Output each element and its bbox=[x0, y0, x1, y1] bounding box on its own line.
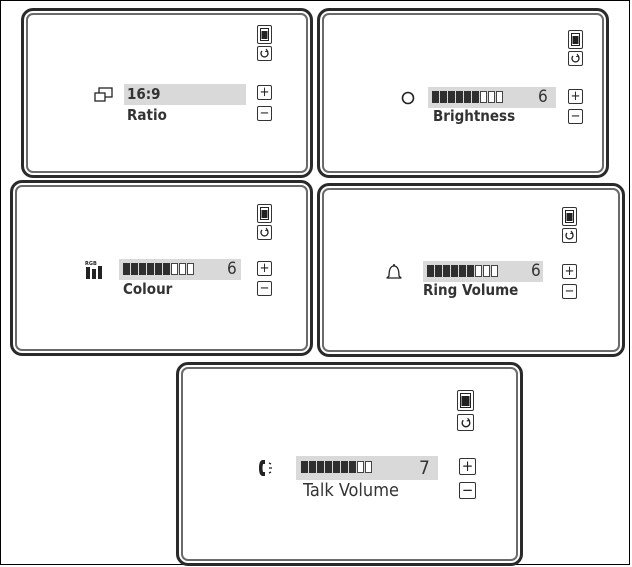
level-segment bbox=[131, 263, 138, 275]
plus-button[interactable]: + bbox=[257, 261, 272, 276]
level-segment bbox=[171, 263, 178, 275]
undo-icon[interactable] bbox=[562, 228, 577, 243]
level-segment bbox=[491, 265, 498, 277]
aspect-ratio-icon bbox=[94, 86, 114, 103]
plus-button[interactable]: + bbox=[257, 85, 272, 100]
minus-button[interactable]: − bbox=[562, 284, 577, 299]
level-segment bbox=[179, 263, 186, 275]
level-segment bbox=[163, 263, 170, 275]
level-segment bbox=[459, 265, 466, 277]
minus-button[interactable]: − bbox=[257, 281, 272, 296]
level-segment bbox=[325, 461, 332, 473]
level-segment bbox=[432, 91, 439, 103]
level-segment bbox=[427, 265, 434, 277]
level-segment bbox=[139, 263, 146, 275]
brightness-icon bbox=[400, 90, 416, 106]
ring-volume-panel: 6 Ring Volume + − bbox=[317, 183, 625, 357]
level-segment bbox=[472, 91, 479, 103]
talk-volume-row: 7 bbox=[257, 456, 457, 480]
level-segment bbox=[456, 91, 463, 103]
level-segment bbox=[440, 91, 447, 103]
ring-volume-row: 6 bbox=[384, 261, 554, 282]
ratio-panel: 16:9 Ratio + − bbox=[21, 8, 313, 178]
save-icon[interactable] bbox=[457, 390, 474, 411]
colour-value: 6 bbox=[227, 259, 237, 279]
undo-icon[interactable] bbox=[257, 225, 272, 240]
level-segment bbox=[365, 461, 372, 473]
level-segment bbox=[349, 461, 356, 473]
brightness-value: 6 bbox=[538, 87, 548, 107]
plus-button[interactable]: + bbox=[568, 89, 583, 104]
minus-button[interactable]: − bbox=[568, 109, 583, 124]
brightness-level-bar bbox=[432, 91, 503, 104]
colour-row: RGB 6 bbox=[85, 259, 255, 280]
level-segment bbox=[155, 263, 162, 275]
level-segment bbox=[483, 265, 490, 277]
minus-button[interactable]: − bbox=[459, 482, 476, 499]
level-segment bbox=[488, 91, 495, 103]
level-segment bbox=[435, 265, 442, 277]
ratio-label: Ratio bbox=[127, 106, 167, 124]
bell-icon bbox=[384, 261, 404, 282]
level-segment bbox=[480, 91, 487, 103]
save-icon[interactable] bbox=[257, 25, 272, 44]
undo-icon[interactable] bbox=[568, 51, 583, 66]
level-segment bbox=[341, 461, 348, 473]
level-segment bbox=[309, 461, 316, 473]
level-segment bbox=[147, 263, 154, 275]
plus-button[interactable]: + bbox=[562, 264, 577, 279]
rgb-icon-text: RGB bbox=[85, 261, 97, 267]
undo-icon[interactable] bbox=[457, 414, 474, 431]
brightness-panel: 6 Brightness + − bbox=[317, 8, 609, 178]
level-segment bbox=[317, 461, 324, 473]
talk-volume-panel: 7 Talk Volume + − bbox=[176, 362, 523, 566]
plus-button[interactable]: + bbox=[459, 458, 476, 475]
rgb-colour-icon: RGB bbox=[85, 259, 105, 280]
level-segment bbox=[448, 91, 455, 103]
level-segment bbox=[333, 461, 340, 473]
save-icon[interactable] bbox=[562, 207, 577, 226]
level-segment bbox=[451, 265, 458, 277]
talk-volume-label: Talk Volume bbox=[303, 480, 399, 501]
save-icon[interactable] bbox=[568, 30, 583, 49]
level-segment bbox=[475, 265, 482, 277]
colour-panel: RGB 6 Colour + − bbox=[10, 180, 313, 356]
level-segment bbox=[443, 265, 450, 277]
minus-button[interactable]: − bbox=[257, 106, 272, 121]
level-segment bbox=[467, 265, 474, 277]
handset-icon bbox=[257, 457, 281, 479]
brightness-row: 6 bbox=[400, 87, 570, 108]
ratio-row: 16:9 bbox=[94, 84, 249, 105]
level-segment bbox=[123, 263, 130, 275]
ring-volume-label: Ring Volume bbox=[423, 281, 519, 299]
level-segment bbox=[187, 263, 194, 275]
level-segment bbox=[357, 461, 364, 473]
ring-volume-value: 6 bbox=[531, 261, 541, 281]
undo-icon[interactable] bbox=[257, 46, 272, 61]
talk-volume-level-bar bbox=[301, 461, 372, 474]
ring-volume-level-bar bbox=[427, 265, 498, 278]
talk-volume-value: 7 bbox=[419, 457, 430, 479]
colour-level-bar bbox=[123, 263, 194, 276]
colour-label: Colour bbox=[123, 280, 173, 298]
level-segment bbox=[496, 91, 503, 103]
level-segment bbox=[464, 91, 471, 103]
level-segment bbox=[301, 461, 308, 473]
brightness-label: Brightness bbox=[433, 107, 516, 125]
ratio-value: 16:9 bbox=[127, 85, 161, 103]
save-icon[interactable] bbox=[257, 204, 272, 223]
